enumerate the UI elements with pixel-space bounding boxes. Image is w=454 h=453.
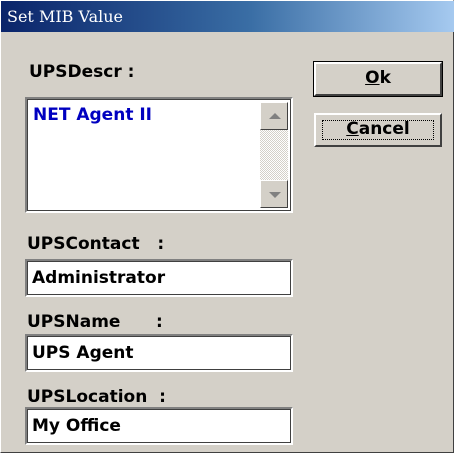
window-title: Set MIB Value	[7, 7, 124, 26]
cancel-button[interactable]: Cancel	[314, 113, 442, 147]
ups-location-field[interactable]: My Office	[25, 407, 293, 445]
scroll-up-icon	[269, 113, 281, 119]
set-mib-value-dialog: Set MIB Value UPSDescr : NET Agent II UP…	[0, 0, 454, 453]
title-bar[interactable]: Set MIB Value	[1, 1, 454, 32]
ok-mnemonic: O	[365, 68, 380, 88]
ups-descr-value[interactable]: NET Agent II	[33, 105, 152, 125]
ups-name-field[interactable]: UPS Agent	[25, 334, 293, 372]
ups-descr-label: UPSDescr :	[29, 62, 135, 82]
scroll-down-icon	[269, 192, 281, 198]
scroll-down-button[interactable]	[260, 180, 288, 208]
ups-location-label: UPSLocation :	[27, 387, 166, 407]
focus-rectangle	[322, 120, 434, 140]
ok-button[interactable]: Ok	[313, 61, 443, 97]
ups-name-label: UPSName :	[27, 312, 163, 332]
ok-label-rest: k	[379, 68, 391, 88]
ups-contact-field[interactable]: Administrator	[25, 259, 293, 297]
ups-descr-listbox[interactable]: NET Agent II	[25, 97, 293, 213]
descr-scrollbar[interactable]	[260, 102, 288, 208]
ups-contact-label: UPSContact :	[27, 234, 165, 254]
scroll-up-button[interactable]	[260, 102, 288, 130]
